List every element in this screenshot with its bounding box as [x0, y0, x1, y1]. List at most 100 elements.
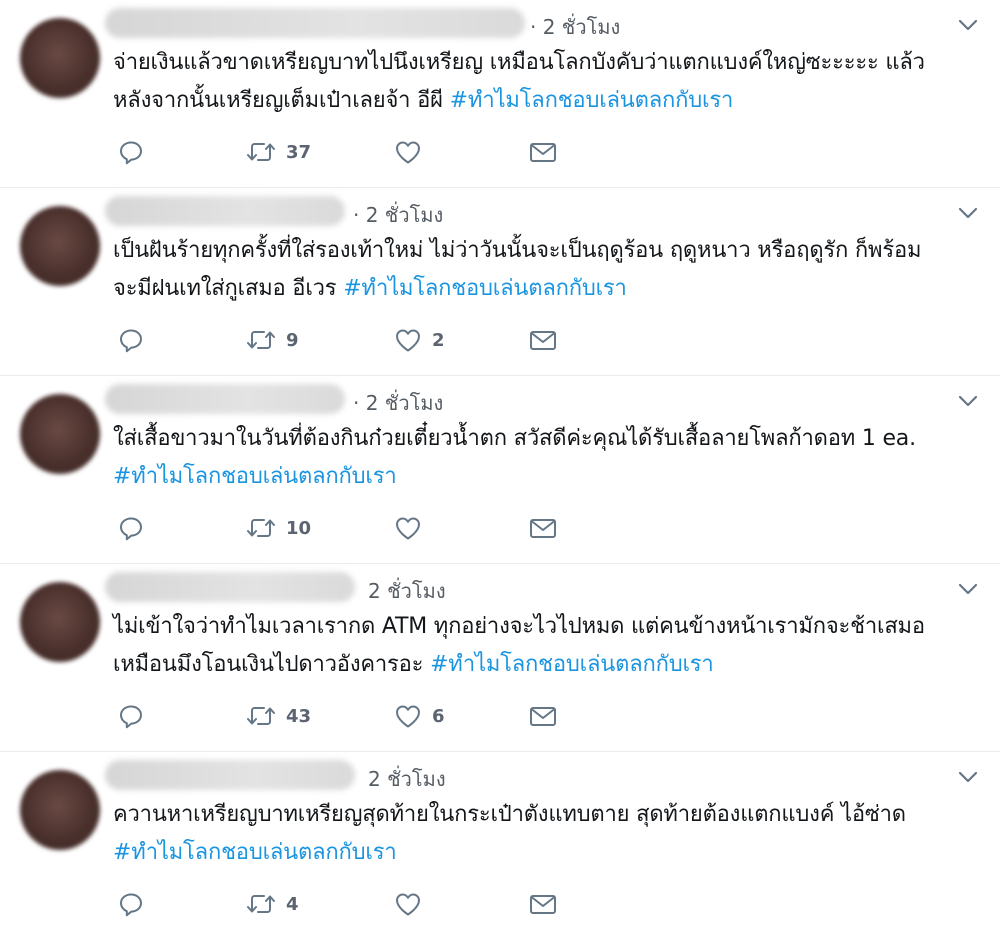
avatar[interactable] — [20, 770, 100, 850]
reply-icon — [120, 141, 142, 165]
reply-button[interactable] — [118, 512, 144, 544]
avatar[interactable] — [20, 582, 100, 662]
author-name-blurred[interactable] — [105, 196, 345, 226]
tweet-text-line-1: จ่ายเงินแล้วขาดเหรียญบาทไปนึงเหรียญ เหมื… — [113, 44, 972, 82]
avatar[interactable] — [20, 18, 100, 98]
retweet-button[interactable]: 10 — [246, 512, 311, 544]
tweet-text-segment: จ่ายเงินแล้วขาดเหรียญบาทไปนึงเหรียญ เหมื… — [113, 50, 925, 75]
like-button[interactable] — [394, 136, 432, 168]
chevron-down-icon[interactable] — [958, 770, 978, 784]
chevron-down-icon[interactable] — [958, 394, 978, 408]
tweet-text-line-1: ควานหาเหรียญบาทเหรียญสุดท้ายในกระเป๋าตัง… — [113, 796, 972, 834]
retweet-button[interactable]: 9 — [246, 324, 299, 356]
like-button[interactable] — [394, 888, 432, 920]
tweet-4[interactable]: 2 ชั่วโมง ไม่เข้าใจว่าทำไมเวลาเรากด ATM … — [0, 564, 1000, 752]
heart-icon — [396, 141, 420, 164]
retweet-button[interactable]: 4 — [246, 888, 299, 920]
tweet-text-segment: จะมีฝนเทใส่กูเสมอ อีเวร — [113, 276, 344, 301]
tweet-text: ไม่เข้าใจว่าทำไมเวลาเรากด ATM ทุกอย่างจะ… — [113, 608, 972, 684]
retweet-icon — [247, 143, 275, 161]
tweet-actions: 43 6 — [118, 700, 578, 732]
tweet-text-line-2: จะมีฝนเทใส่กูเสมอ อีเวร #ทำไมโลกชอบเล่นต… — [113, 270, 972, 308]
hashtag-link[interactable]: #ทำไมโลกชอบเล่นตลกกับเรา — [343, 276, 627, 301]
timestamp[interactable]: · 2 ชั่วโมง — [353, 199, 443, 231]
retweet-icon — [247, 707, 275, 725]
reply-icon — [120, 893, 142, 917]
avatar[interactable] — [20, 206, 100, 286]
reply-icon — [120, 517, 142, 541]
envelope-icon — [530, 519, 556, 538]
retweet-count: 9 — [286, 329, 299, 351]
tweet-5[interactable]: 2 ชั่วโมง ควานหาเหรียญบาทเหรียญสุดท้ายใน… — [0, 752, 1000, 945]
reply-icon — [120, 329, 142, 353]
timeline: · 2 ชั่วโมง จ่ายเงินแล้วขาดเหรียญบาทไปนึ… — [0, 0, 1000, 945]
envelope-icon — [530, 143, 556, 162]
tweet-actions: 37 — [118, 136, 578, 168]
envelope-icon — [530, 331, 556, 350]
tweet-text-line-2: หลังจากนั้นเหรียญเต็มเป๋าเลยจ้า อีผี #ทำ… — [113, 82, 972, 120]
heart-icon — [396, 893, 420, 916]
author-name-blurred[interactable] — [105, 572, 355, 602]
tweet-text-line-2: เหมือนมึงโอนเงินไปดาวอังคารอะ #ทำไมโลกชอ… — [113, 646, 972, 684]
tweet-3[interactable]: · 2 ชั่วโมง ใส่เสื้อขาวมาในวันที่ต้องกิน… — [0, 376, 1000, 564]
retweet-count: 37 — [286, 141, 312, 163]
chevron-down-icon[interactable] — [958, 582, 978, 596]
tweet-text-segment: เหมือนมึงโอนเงินไปดาวอังคารอะ — [113, 652, 431, 677]
timestamp[interactable]: 2 ชั่วโมง — [368, 763, 446, 795]
tweet-text-segment: ควานหาเหรียญบาทเหรียญสุดท้ายในกระเป๋าตัง… — [113, 802, 906, 827]
retweet-count: 43 — [286, 705, 312, 727]
timestamp[interactable]: · 2 ชั่วโมง — [530, 11, 620, 43]
tweet-1[interactable]: · 2 ชั่วโมง จ่ายเงินแล้วขาดเหรียญบาทไปนึ… — [0, 0, 1000, 188]
hashtag-link[interactable]: #ทำไมโลกชอบเล่นตลกกับเรา — [113, 464, 397, 489]
tweet-text: ควานหาเหรียญบาทเหรียญสุดท้ายในกระเป๋าตัง… — [113, 796, 972, 872]
retweet-count: 4 — [286, 893, 299, 915]
tweet-text-segment: ไม่เข้าใจว่าทำไมเวลาเรากด ATM ทุกอย่างจะ… — [113, 614, 925, 639]
tweet-actions: 10 — [118, 512, 578, 544]
tweet-text: เป็นฝันร้ายทุกครั้งที่ใส่รองเท้าใหม่ ไม่… — [113, 232, 972, 308]
retweet-button[interactable]: 43 — [246, 700, 311, 732]
author-name-blurred[interactable] — [105, 8, 525, 38]
reply-button[interactable] — [118, 700, 144, 732]
envelope-icon — [530, 707, 556, 726]
hashtag-link[interactable]: #ทำไมโลกชอบเล่นตลกกับเรา — [113, 840, 397, 865]
tweet-text-line-1: เป็นฝันร้ายทุกครั้งที่ใส่รองเท้าใหม่ ไม่… — [113, 232, 972, 270]
hashtag-link[interactable]: #ทำไมโลกชอบเล่นตลกกับเรา — [450, 88, 734, 113]
timestamp[interactable]: 2 ชั่วโมง — [368, 575, 446, 607]
direct-message-button[interactable] — [528, 324, 558, 356]
author-name-blurred[interactable] — [105, 384, 345, 414]
avatar[interactable] — [20, 394, 100, 474]
timestamp[interactable]: · 2 ชั่วโมง — [353, 387, 443, 419]
direct-message-button[interactable] — [528, 136, 558, 168]
direct-message-button[interactable] — [528, 888, 558, 920]
reply-button[interactable] — [118, 888, 144, 920]
like-count: 2 — [432, 329, 445, 351]
tweet-actions: 9 2 — [118, 324, 578, 356]
retweet-icon — [247, 331, 275, 349]
direct-message-button[interactable] — [528, 700, 558, 732]
retweet-count: 10 — [286, 517, 312, 539]
tweet-2[interactable]: · 2 ชั่วโมง เป็นฝันร้ายทุกครั้งที่ใส่รอง… — [0, 188, 1000, 376]
heart-icon — [396, 517, 420, 540]
envelope-icon — [530, 895, 556, 914]
like-count: 6 — [432, 705, 445, 727]
like-button[interactable]: 6 — [394, 700, 445, 732]
chevron-down-icon[interactable] — [958, 206, 978, 220]
tweet-actions: 4 — [118, 888, 578, 920]
hashtag-link[interactable]: #ทำไมโลกชอบเล่นตลกกับเรา — [430, 652, 714, 677]
tweet-text-line-1: ไม่เข้าใจว่าทำไมเวลาเรากด ATM ทุกอย่างจะ… — [113, 608, 972, 646]
tweet-text-line-2: #ทำไมโลกชอบเล่นตลกกับเรา — [113, 834, 972, 872]
tweet-text-segment: เป็นฝันร้ายทุกครั้งที่ใส่รองเท้าใหม่ ไม่… — [113, 238, 922, 263]
tweet-text-segment: ใส่เสื้อขาวมาในวันที่ต้องกินก๋วยเตี๋ยวน้… — [113, 426, 916, 451]
like-button[interactable] — [394, 512, 432, 544]
like-button[interactable]: 2 — [394, 324, 445, 356]
retweet-icon — [247, 519, 275, 537]
tweet-text: จ่ายเงินแล้วขาดเหรียญบาทไปนึงเหรียญ เหมื… — [113, 44, 972, 120]
reply-button[interactable] — [118, 324, 144, 356]
direct-message-button[interactable] — [528, 512, 558, 544]
tweet-text-segment: หลังจากนั้นเหรียญเต็มเป๋าเลยจ้า อีผี — [113, 88, 450, 113]
reply-icon — [120, 705, 142, 729]
chevron-down-icon[interactable] — [958, 18, 978, 32]
retweet-button[interactable]: 37 — [246, 136, 311, 168]
author-name-blurred[interactable] — [105, 760, 355, 790]
reply-button[interactable] — [118, 136, 144, 168]
